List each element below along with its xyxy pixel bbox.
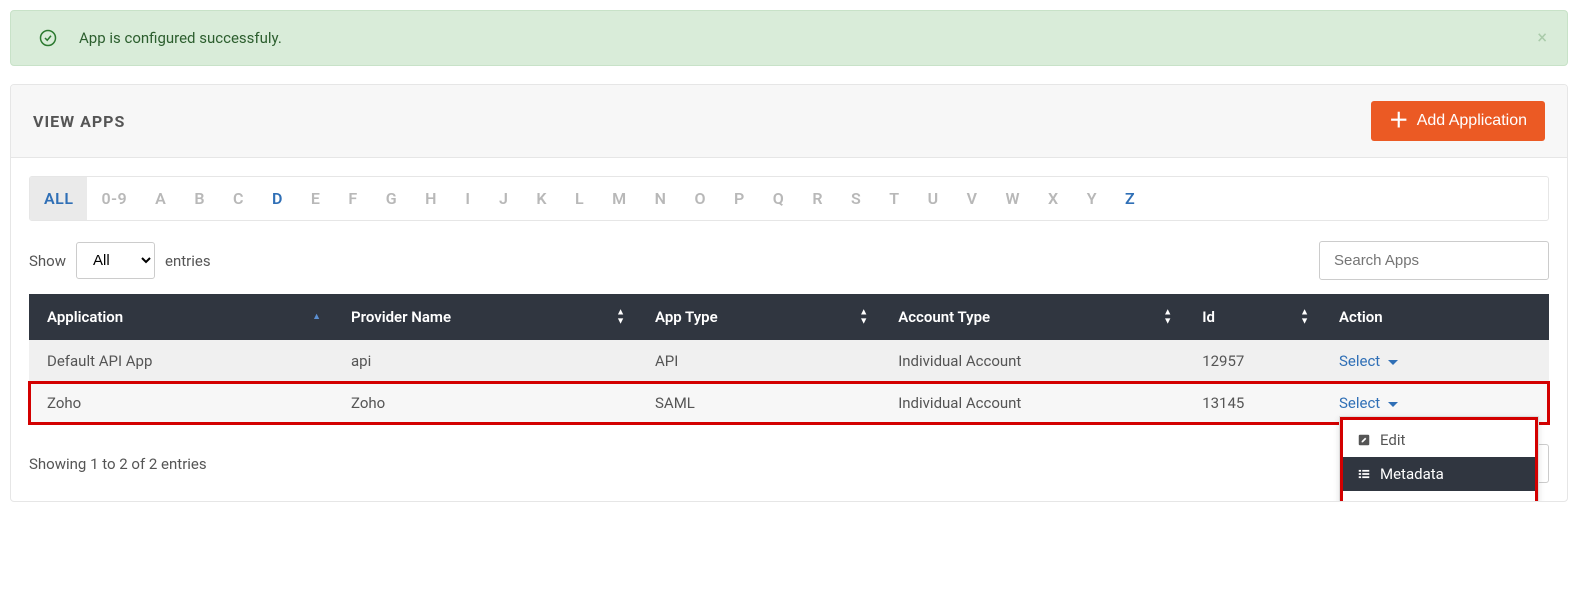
table-info: Showing 1 to 2 of 2 entries [29,455,207,473]
filter-b[interactable]: B [180,177,219,220]
filter-m[interactable]: M [598,177,641,220]
show-label: Show [29,252,66,270]
alphabet-filter: ALL0-9ABCDEFGHIJKLMNOPQRSTUVWXYZ [29,176,1549,221]
check-circle-icon [39,29,57,47]
filter-o[interactable]: O [680,177,720,220]
cell-id: 12957 [1184,340,1321,382]
filter-z[interactable]: Z [1111,177,1149,220]
filter-e[interactable]: E [297,177,335,220]
sort-icon: ▲▼ [1300,309,1309,326]
cell-application: Default API App [29,340,333,382]
col-accounttype[interactable]: Account Type ▲▼ [880,294,1184,340]
filter-g[interactable]: G [372,177,411,220]
cell-provider: Zoho [333,382,637,424]
cell-accounttype: Individual Account [880,382,1184,424]
col-apptype[interactable]: App Type ▲▼ [637,294,880,340]
col-provider[interactable]: Provider Name ▲▼ [333,294,637,340]
filter-y[interactable]: Y [1073,177,1111,220]
cell-apptype: API [637,340,880,382]
add-button-label: Add Application [1417,112,1527,130]
filter-c[interactable]: C [219,177,258,220]
filter-f[interactable]: F [334,177,371,220]
edit-icon [1356,433,1372,447]
caret-down-icon [1388,402,1398,407]
alert-message: App is configured successfuly. [79,29,282,47]
filter-s[interactable]: S [837,177,875,220]
filter-h[interactable]: H [411,177,451,220]
plus-icon: ＋ [1389,111,1409,131]
dropdown-edit[interactable]: Edit [1340,423,1538,457]
apps-card: VIEW APPS ＋ Add Application ALL0-9ABCDEF… [10,84,1568,502]
filter-u[interactable]: U [914,177,953,220]
filter-v[interactable]: V [953,177,992,220]
col-action: Action [1321,294,1549,340]
filter-a[interactable]: A [141,177,180,220]
card-header: VIEW APPS ＋ Add Application [11,85,1567,158]
filter-k[interactable]: K [522,177,561,220]
action-select[interactable]: Select [1339,352,1398,370]
link-icon [1356,501,1372,502]
filter-l[interactable]: L [561,177,598,220]
filter-j[interactable]: J [485,177,522,220]
apps-table: Application ▲ Provider Name ▲▼ App Type … [29,294,1549,424]
cell-accounttype: Individual Account [880,340,1184,382]
filter-q[interactable]: Q [759,177,799,220]
entries-label: entries [165,252,211,270]
dropdown-show-sso[interactable]: Show SSO Link [1340,491,1538,502]
filter-r[interactable]: R [798,177,837,220]
cell-provider: api [333,340,637,382]
sort-icon: ▲▼ [1163,309,1172,326]
table-row: Default API AppapiAPIIndividual Account1… [29,340,1549,382]
sort-icon: ▲▼ [859,309,868,326]
caret-down-icon [1388,360,1398,365]
length-control: Show All entries [29,242,211,279]
col-application[interactable]: Application ▲ [29,294,333,340]
filter-p[interactable]: P [720,177,759,220]
sort-icon: ▲▼ [616,309,625,326]
filter-x[interactable]: X [1034,177,1073,220]
cell-id: 13145 [1184,382,1321,424]
add-application-button[interactable]: ＋ Add Application [1371,101,1545,141]
filter-d[interactable]: D [258,177,297,220]
action-dropdown: Edit Metadata Show SSO Link Delete [1339,416,1539,502]
search-input[interactable] [1319,241,1549,280]
sort-asc-icon: ▲ [312,313,321,321]
length-select[interactable]: All [76,242,155,279]
filter-i[interactable]: I [451,177,485,220]
list-icon [1356,467,1372,481]
action-select[interactable]: Select [1339,394,1398,412]
page-title: VIEW APPS [33,112,125,131]
filter-t[interactable]: T [875,177,913,220]
cell-apptype: SAML [637,382,880,424]
filter-n[interactable]: N [641,177,681,220]
filter-w[interactable]: W [992,177,1035,220]
filter-0-9[interactable]: 0-9 [87,177,141,220]
success-alert: App is configured successfuly. × [10,10,1568,66]
close-icon[interactable]: × [1537,28,1547,49]
cell-application: Zoho [29,382,333,424]
table-row: ZohoZohoSAMLIndividual Account13145Selec… [29,382,1549,424]
filter-all[interactable]: ALL [30,177,87,220]
dropdown-metadata[interactable]: Metadata [1340,457,1538,491]
col-id[interactable]: Id ▲▼ [1184,294,1321,340]
